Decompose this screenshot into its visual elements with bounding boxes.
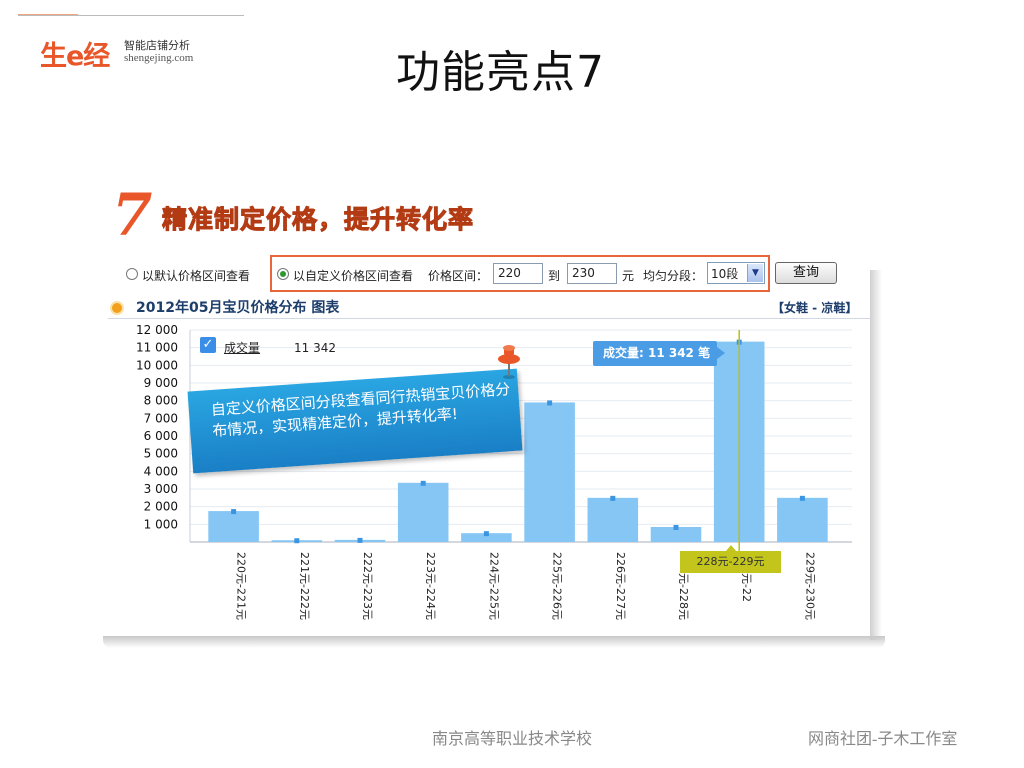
highlight-range-tag: 228元-229元 <box>680 545 781 573</box>
y-tick-label: 1 000 <box>144 517 178 531</box>
pushpin-icon <box>498 345 520 379</box>
callout-text: 自定义价格区间分段查看同行热销宝贝价格分布情况，实现精准定价，提升转化率! <box>210 380 511 440</box>
legend-checkbox[interactable]: ✓ <box>200 337 216 353</box>
query-button[interactable]: 查询 <box>775 262 837 284</box>
chart-bar <box>397 482 449 542</box>
bar-marker <box>294 538 300 544</box>
bar-marker <box>231 509 237 515</box>
chart-bar <box>587 497 639 542</box>
custom-range-radio[interactable] <box>277 268 289 280</box>
y-tick-label: 7 000 <box>144 411 178 425</box>
y-tick-label: 10 000 <box>136 358 178 372</box>
y-tick-label: 9 000 <box>144 376 178 390</box>
segment-select-value: 10段 <box>711 267 739 281</box>
logo-mark: 生e经 <box>40 41 110 72</box>
chart-title: 2012年05月宝贝价格分布 图表 <box>136 300 340 316</box>
chart-bar <box>524 402 575 542</box>
bar-marker <box>547 400 553 406</box>
chart-bar <box>777 497 828 542</box>
price-range-label: 价格区间： <box>428 269 489 283</box>
x-tick-label: 220元-221元 <box>235 552 248 620</box>
x-tick-label: 225元-226元 <box>551 552 564 620</box>
screenshot-shadow-right <box>870 270 882 640</box>
chart-heading-divider <box>108 318 870 319</box>
bar-tooltip: 成交量: 11 342 笔 <box>593 341 725 366</box>
bar-marker <box>420 480 426 486</box>
chevron-down-icon[interactable]: ▼ <box>747 264 763 282</box>
chart-category-link[interactable]: 【女鞋 - 凉鞋】 <box>772 299 857 316</box>
footer-studio: 网商社团-子木工作室 <box>808 731 958 748</box>
segment-select[interactable]: 10段 ▼ <box>707 262 765 284</box>
y-tick-label: 5 000 <box>144 447 178 461</box>
y-tick-label: 11 000 <box>136 341 178 355</box>
to-label: 到 <box>548 269 561 283</box>
custom-range-label: 以自定义价格区间查看 <box>293 269 414 283</box>
y-axis-ticks: 1 000 2 000 3 000 4 000 5 000 6 000 7 000 8 000… <box>136 323 178 531</box>
bar-marker <box>610 495 616 501</box>
x-tick-label: 222元-223元 <box>361 552 374 620</box>
slide-title: 功能亮点7 <box>396 47 605 98</box>
legend-value: 11 342 <box>294 341 336 355</box>
x-tick-label: 223元-224元 <box>424 552 437 620</box>
chart-bar <box>208 511 259 542</box>
default-range-label: 以默认价格区间查看 <box>142 269 251 283</box>
y-tick-label: 4 000 <box>144 464 178 478</box>
x-tick-label: 229元-230元 <box>803 552 816 620</box>
price-from-input[interactable]: 220 <box>493 263 543 284</box>
logo: 生e经 智能店铺分析 shengejing.com <box>40 34 250 74</box>
feature-number: 7 <box>112 181 153 249</box>
screenshot-shadow-bottom <box>103 636 885 648</box>
footer-school: 南京高等职业技术学校 <box>432 731 593 748</box>
bar-marker <box>483 531 489 537</box>
y-tick-label: 6 000 <box>144 429 178 443</box>
feature-headline: 精准制定价格，提升转化率 <box>161 205 475 235</box>
x-tick-label: 221元-222元 <box>298 552 311 620</box>
segment-label: 均匀分段： <box>643 269 704 283</box>
legend-label[interactable]: 成交量 <box>224 339 260 356</box>
y-tick-label: 8 000 <box>144 394 178 408</box>
default-range-radio[interactable] <box>126 268 138 280</box>
bar-marker <box>799 495 805 501</box>
y-tick-label: 12 000 <box>136 323 178 337</box>
bar-marker <box>673 524 679 530</box>
x-tick-label: 226元-227元 <box>614 552 627 620</box>
logo-domain: shengejing.com <box>124 52 194 64</box>
y-tick-label: 3 000 <box>144 482 178 496</box>
unit-label: 元 <box>622 269 635 283</box>
price-distribution-chart: 1 000 2 000 3 000 4 000 5 000 6 000 7 000 8 000… <box>136 323 852 620</box>
y-tick-label: 2 000 <box>144 500 178 514</box>
x-tick-label: 224元-225元 <box>487 552 500 620</box>
bar-marker <box>357 537 363 543</box>
price-to-input[interactable]: 230 <box>567 263 617 284</box>
chart-bullet-icon <box>110 301 124 315</box>
header-rule <box>18 15 244 16</box>
logo-tagline: 智能店铺分析 <box>124 39 190 52</box>
